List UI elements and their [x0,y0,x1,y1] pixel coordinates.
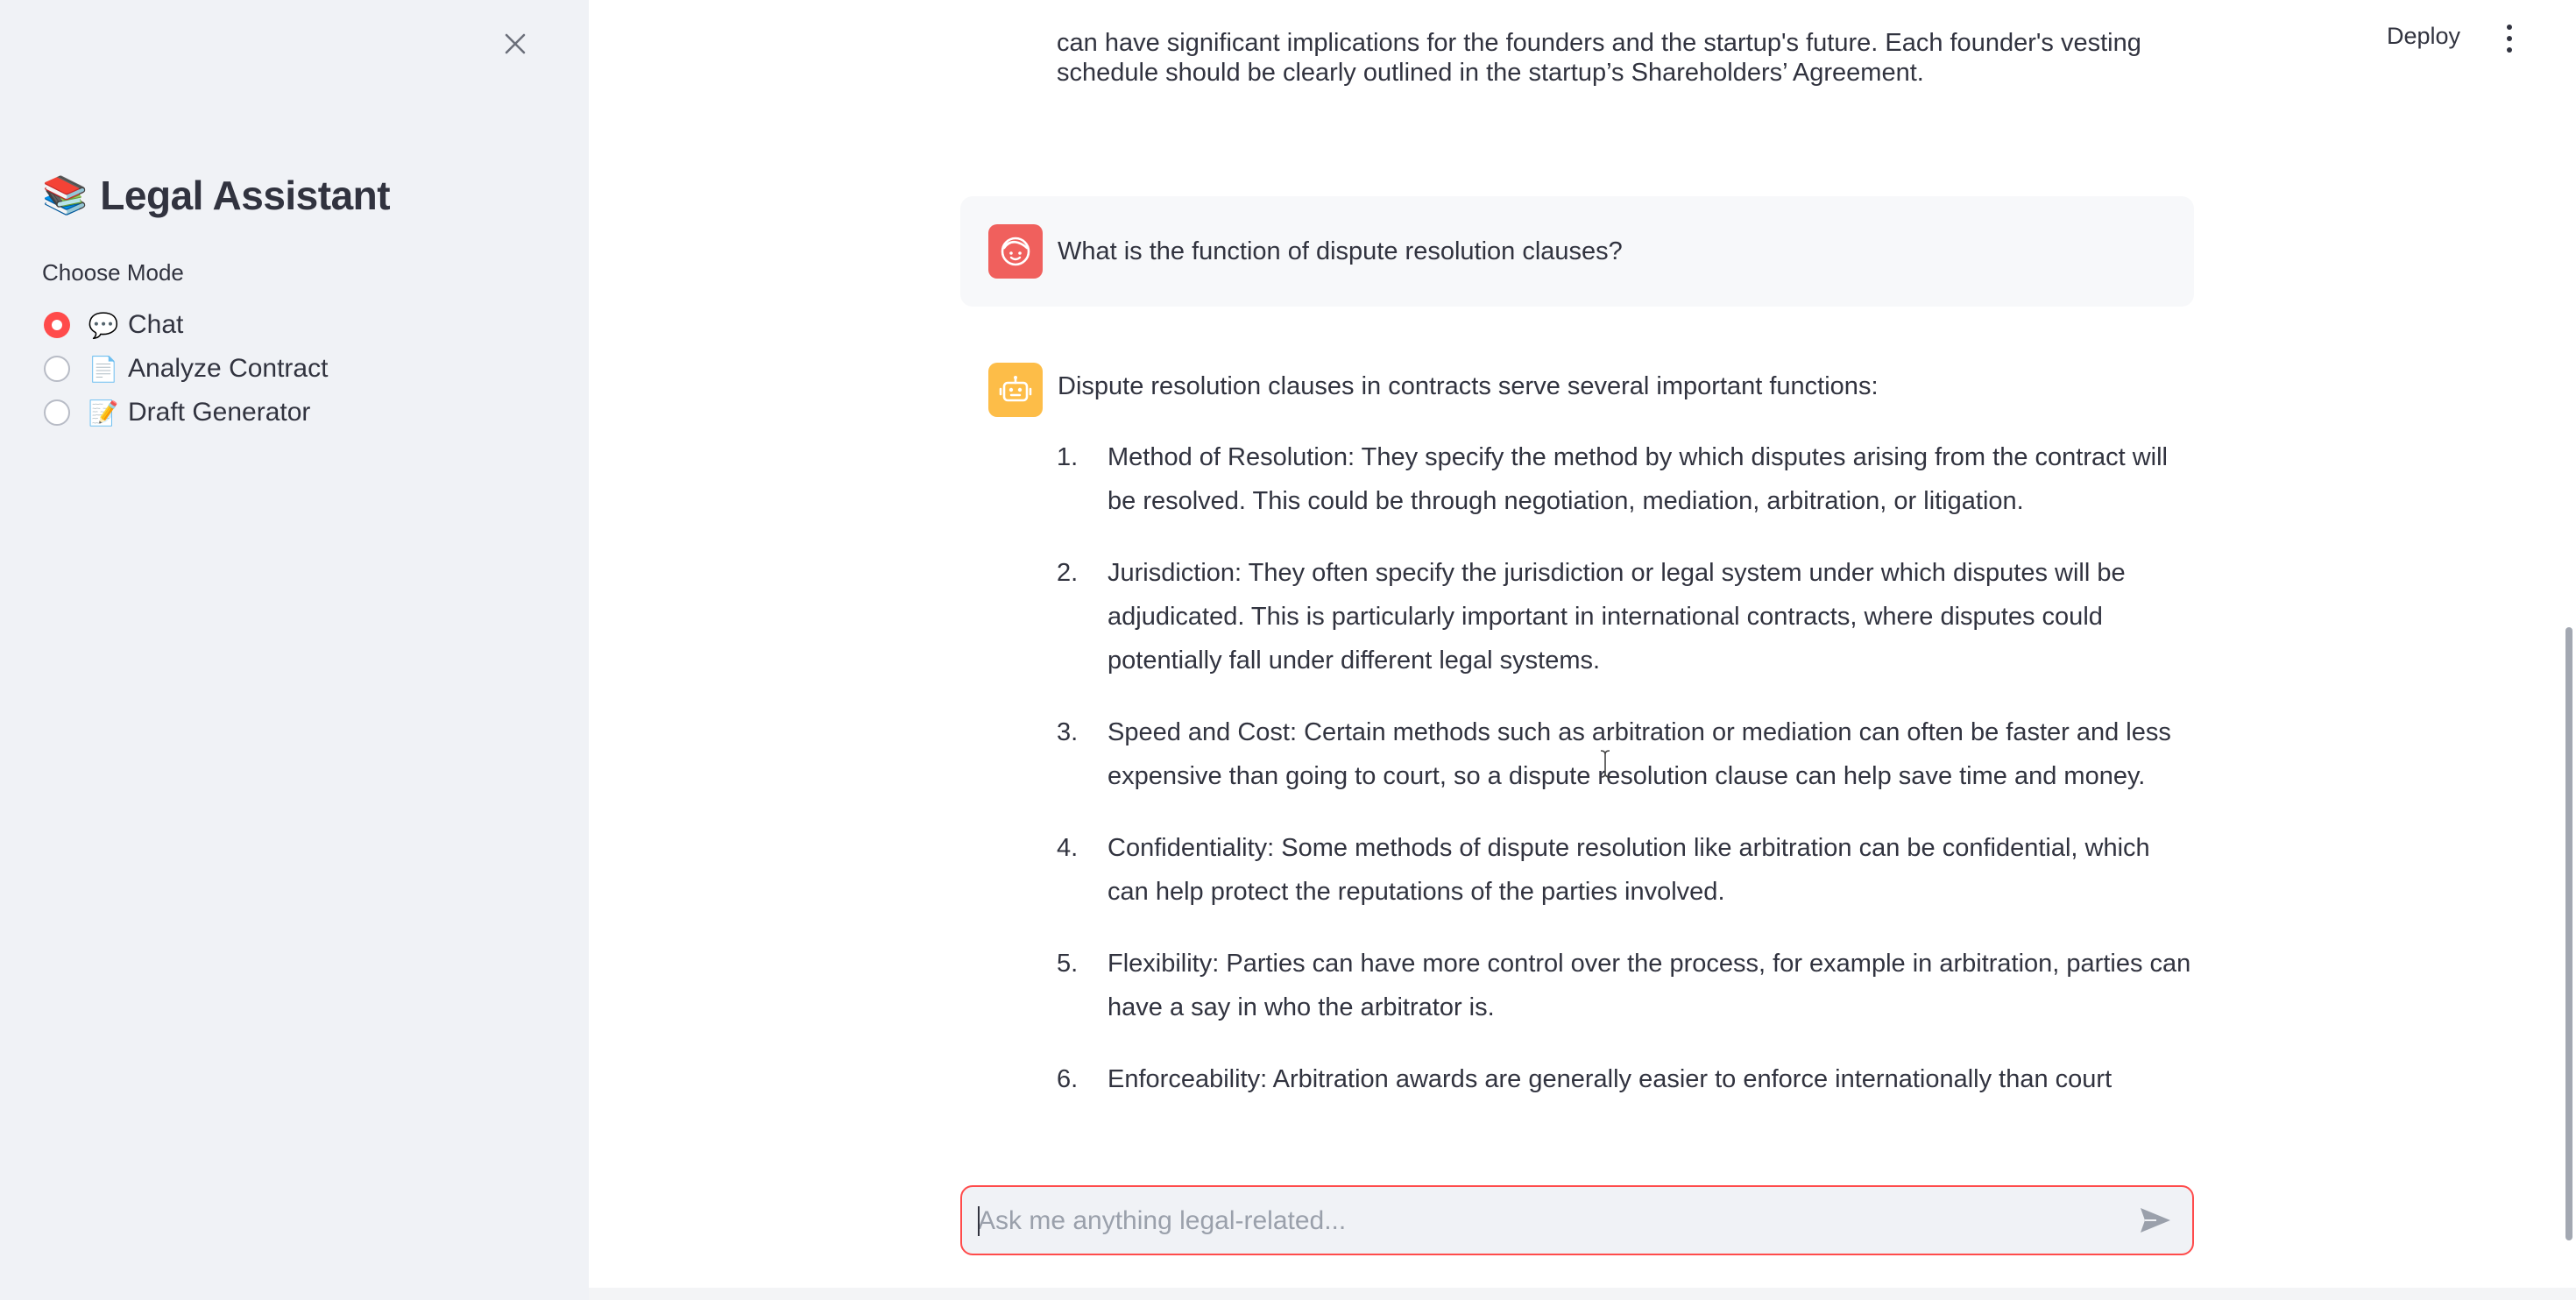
list-item-number: 1. [1057,443,1079,471]
mode-option-draft-generator[interactable]: 📝 Draft Generator [44,391,328,435]
chat-input-container[interactable] [960,1185,2194,1255]
text-cursor-icon [1600,750,1610,778]
chat-input[interactable] [976,1187,2119,1255]
list-item: 5. Flexibility: Parties can have more co… [1057,942,2196,1029]
mode-option-label: Draft Generator [128,398,311,427]
deploy-button[interactable]: Deploy [2387,23,2460,50]
list-item-number: 6. [1057,1065,1079,1093]
list-item-number: 3. [1057,718,1079,746]
assistant-avatar [988,363,1043,417]
mode-label: Choose Mode [42,259,184,286]
list-item-number: 5. [1057,950,1079,978]
close-sidebar-button[interactable] [496,25,534,63]
list-item-text: Flexibility: Parties can have more contr… [1108,950,2191,1021]
list-item-number: 2. [1057,559,1079,587]
send-icon [2141,1208,2170,1233]
send-button[interactable] [2136,1203,2175,1238]
assistant-numbered-list: 1. Method of Resolution: They specify th… [1057,435,2196,1129]
kebab-dot [2507,36,2512,41]
list-item: 3. Speed and Cost: Certain methods such … [1057,710,2196,798]
radio-button-chat[interactable] [44,312,70,338]
mode-option-label: Analyze Contract [128,354,329,383]
list-item-text: Method of Resolution: They specify the m… [1108,443,2168,515]
user-face-icon [1001,237,1030,266]
scrollbar-thumb[interactable] [2565,627,2572,1240]
mode-option-analyze-contract[interactable]: 📄 Analyze Contract [44,347,328,391]
input-caret [978,1206,980,1236]
bottom-strip [589,1288,2576,1300]
robot-icon [999,376,1032,402]
assistant-intro-text: Dispute resolution clauses in contracts … [1058,372,1879,400]
list-item: 1. Method of Resolution: They specify th… [1057,435,2196,523]
scroll-fade [964,1148,2208,1170]
main-menu-button[interactable] [2497,21,2522,56]
app-title-text: Legal Assistant [100,173,391,218]
speech-bubble-icon: 💬 [88,311,119,339]
mode-option-label: Chat [128,310,184,339]
user-avatar [988,224,1043,279]
user-message-text: What is the function of dispute resoluti… [1058,237,1623,265]
list-item-text: Enforceability: Arbitration awards are g… [1108,1065,2112,1093]
list-item: 2. Jurisdiction: They often specify the … [1057,551,2196,682]
previous-answer-cut-line: can have significant implications for th… [1057,29,2141,57]
document-icon: 📄 [88,355,119,383]
kebab-dot [2507,47,2512,53]
app-title: 📚 Legal Assistant [42,172,391,219]
books-icon: 📚 [42,174,88,215]
close-icon [505,33,526,54]
list-item-number: 4. [1057,834,1079,862]
mode-radio-group: 💬 Chat 📄 Analyze Contract 📝 Draft Genera… [44,303,328,435]
mode-option-chat[interactable]: 💬 Chat [44,303,328,347]
list-item: 4. Confidentiality: Some methods of disp… [1057,826,2196,914]
memo-icon: 📝 [88,399,119,427]
list-item-text: Jurisdiction: They often specify the jur… [1108,559,2126,675]
list-item: 6. Enforceability: Arbitration awards ar… [1057,1057,2196,1101]
radio-button-draft-generator[interactable] [44,399,70,426]
list-item-text: Confidentiality: Some methods of dispute… [1108,834,2150,906]
sidebar: 📚 Legal Assistant Choose Mode 💬 Chat 📄 A… [0,0,589,1300]
kebab-menu-icon [2507,25,2512,30]
list-item-text: Speed and Cost: Certain methods such as … [1108,718,2171,790]
previous-answer-fragment: can have significant implications for th… [1057,29,2196,95]
radio-button-analyze-contract[interactable] [44,356,70,382]
